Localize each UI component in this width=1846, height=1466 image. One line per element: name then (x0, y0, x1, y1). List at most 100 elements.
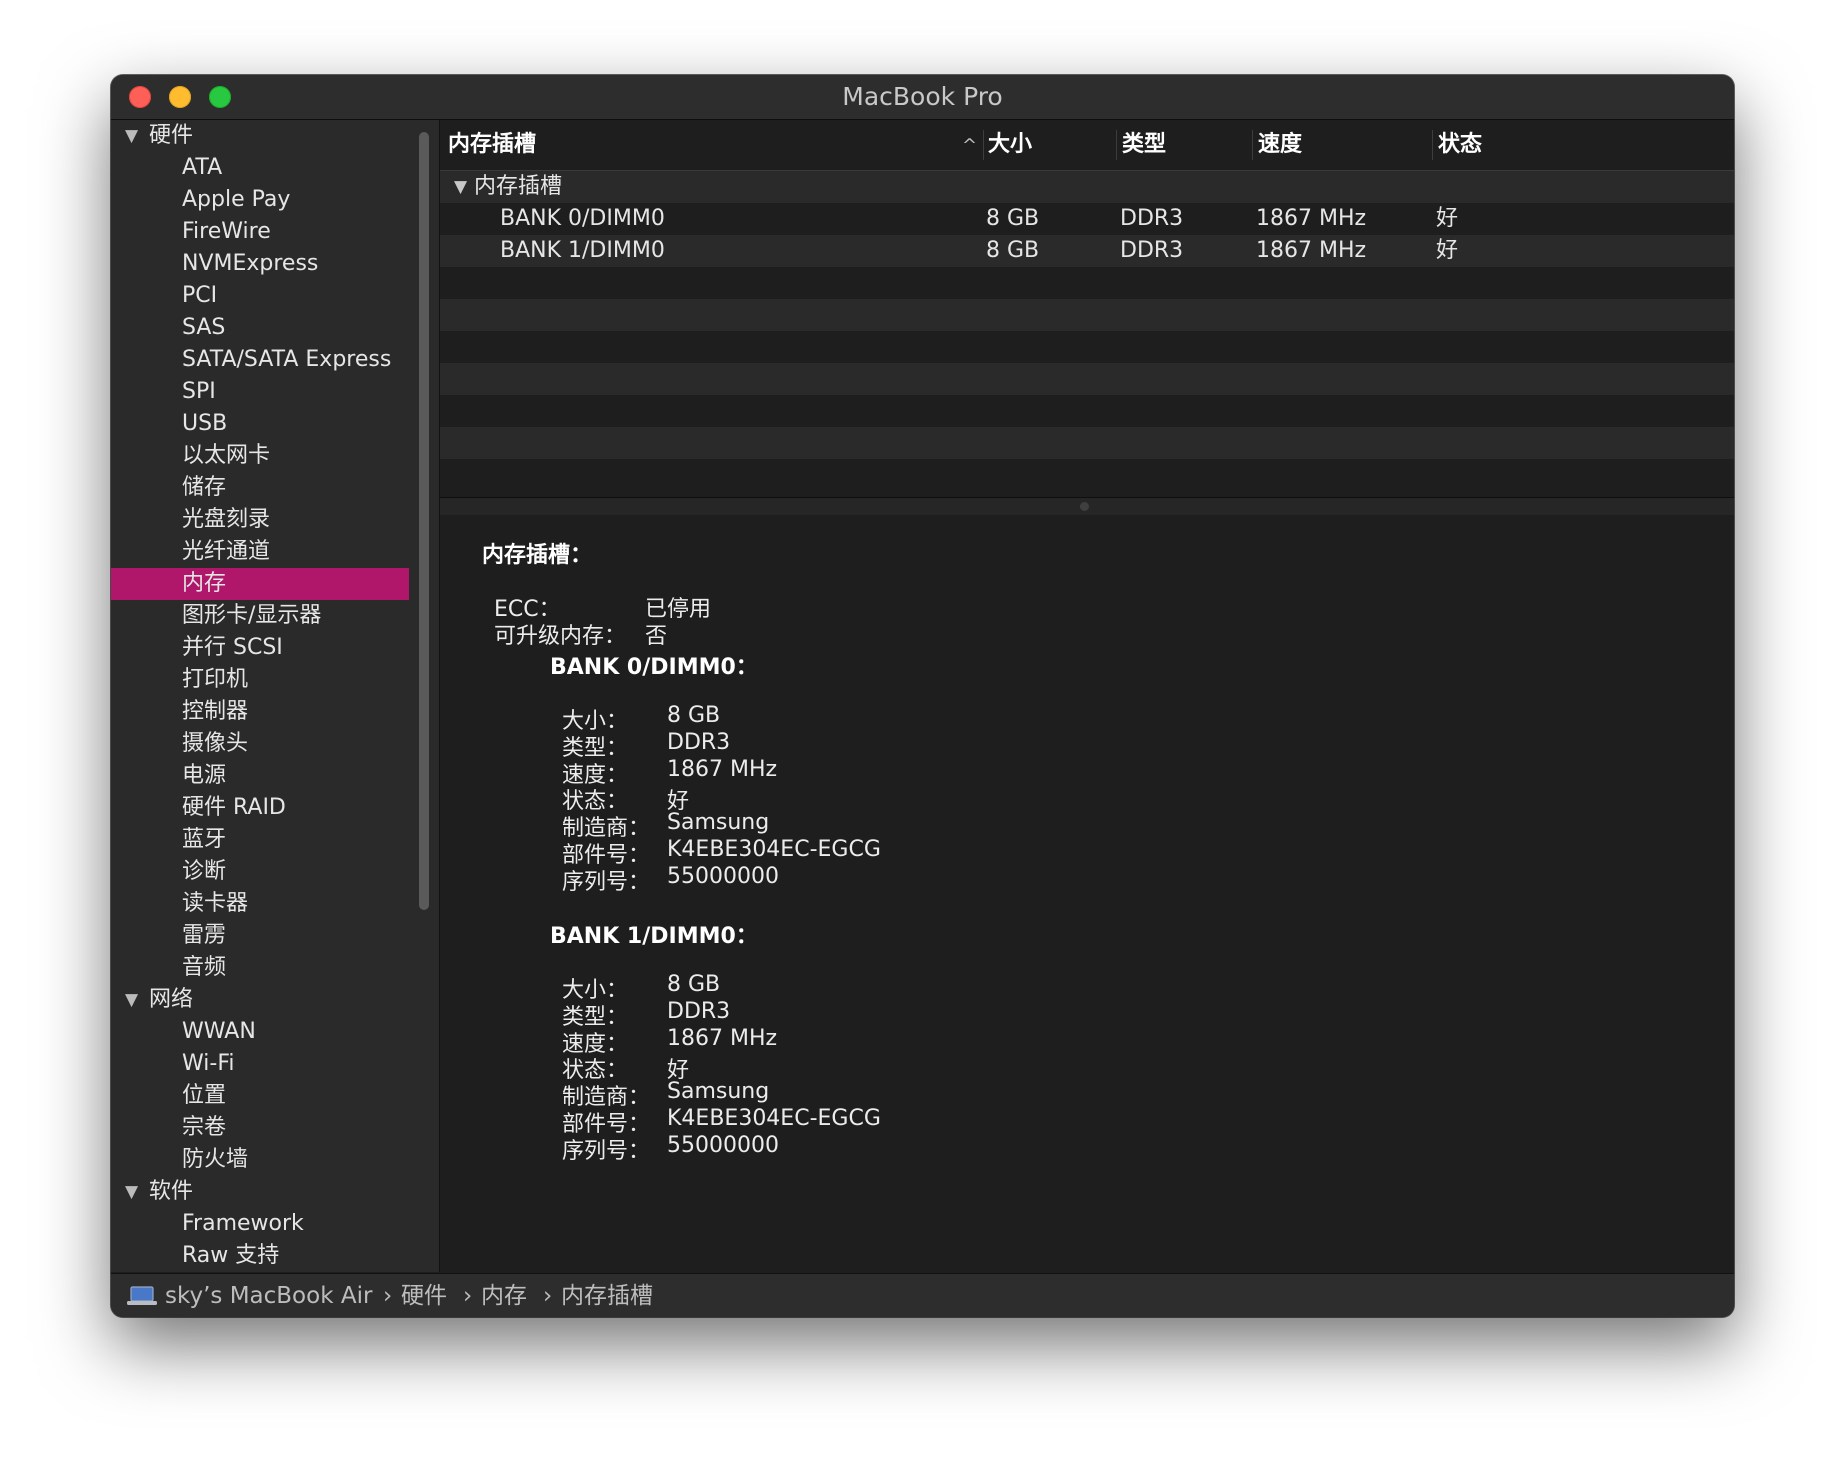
sidebar-item-selected[interactable]: 内存 (111, 568, 409, 600)
sidebar-item[interactable]: 控制器 (111, 696, 409, 728)
breadcrumb-memory-slots[interactable]: 内存插槽 (561, 1274, 653, 1317)
sidebar-item[interactable]: 打印机 (111, 664, 409, 696)
breadcrumb-computer[interactable]: sky’s MacBook Air (165, 1274, 372, 1317)
sidebar-item-label: PCI (182, 283, 218, 308)
sidebar-item-label: 雷雳 (182, 923, 227, 948)
column-header-speed[interactable]: 速度 (1258, 120, 1302, 170)
sidebar-item[interactable]: Framework (111, 1208, 409, 1240)
column-header-slot[interactable]: 内存插槽 (448, 120, 536, 170)
breadcrumb-hardware[interactable]: 硬件 (401, 1274, 447, 1317)
bank-field-value: 55000000 (667, 863, 779, 889)
sidebar-scroll-thumb[interactable] (419, 132, 429, 910)
sidebar-item-label: FireWire (182, 219, 271, 244)
bank-field-value: 8 GB (667, 972, 721, 997)
sidebar-item[interactable]: 电源 (111, 760, 409, 792)
column-header-status[interactable]: 状态 (1438, 120, 1482, 170)
pane-splitter[interactable] (440, 497, 1734, 516)
cell-size: 8 GB (986, 206, 1040, 231)
sidebar-item[interactable]: Wi-Fi (111, 1048, 409, 1080)
disclosure-triangle-icon[interactable]: ▼ (125, 1176, 138, 1208)
column-separator[interactable] (1432, 130, 1433, 160)
sort-ascending-icon[interactable]: ^ (962, 120, 977, 170)
sidebar-item[interactable]: 图形卡/显示器 (111, 600, 409, 632)
sidebar-item[interactable]: USB (111, 408, 409, 440)
cell-type: DDR3 (1120, 206, 1184, 231)
sidebar-item[interactable]: 光纤通道 (111, 536, 409, 568)
memory-table: 内存插槽 ^ 大小 类型 速度 状态 ▼ 内存插槽 BANK 0/DIMM0 8… (440, 120, 1734, 497)
empty-row (440, 363, 1734, 395)
sidebar-group[interactable]: ▼ 网络 (111, 984, 409, 1016)
breadcrumb-separator: › (543, 1283, 553, 1309)
sidebar-group[interactable]: ▼ 软件 (111, 1176, 409, 1208)
sidebar-item[interactable]: 以太网卡 (111, 440, 409, 472)
sidebar-group[interactable]: ▼ 硬件 (111, 120, 409, 152)
column-separator[interactable] (983, 130, 984, 160)
splitter-handle-icon[interactable] (1080, 502, 1089, 511)
sidebar-item[interactable]: 并行 SCSI (111, 632, 409, 664)
disclosure-triangle-icon[interactable]: ▼ (125, 120, 138, 152)
sidebar-item-label: 以太网卡 (182, 443, 271, 468)
sidebar-item[interactable]: 读卡器 (111, 888, 409, 920)
sidebar-item-label: ATA (182, 155, 223, 180)
sidebar-item[interactable]: FireWire (111, 216, 409, 248)
bank-field-value: 8 GB (667, 703, 721, 728)
sidebar-item[interactable]: WWAN (111, 1016, 409, 1048)
detail-value: 否 (645, 624, 668, 649)
sidebar-item[interactable]: SPI (111, 376, 409, 408)
sidebar-item[interactable]: 摄像头 (111, 728, 409, 760)
table-row[interactable]: BANK 0/DIMM0 8 GB DDR3 1867 MHz 好 (440, 203, 1734, 235)
breadcrumb-memory[interactable]: 内存 (481, 1274, 527, 1317)
disclosure-triangle-icon[interactable]: ▼ (125, 984, 138, 1016)
sidebar-item[interactable]: SAS (111, 312, 409, 344)
column-header-type[interactable]: 类型 (1122, 120, 1166, 170)
column-separator[interactable] (1116, 130, 1117, 160)
bank-field-value: K4EBE304EC-EGCG (667, 837, 881, 862)
sidebar-item[interactable]: SATA/SATA Express (111, 344, 409, 376)
breadcrumb-separator: › (463, 1283, 473, 1309)
sidebar-item-label: 防火墙 (182, 1147, 249, 1172)
empty-row (440, 267, 1734, 299)
sidebar-item-label: USB (182, 411, 228, 436)
bank-field-key: 序列号： (562, 1138, 651, 1164)
sidebar-scrollbar[interactable] (409, 120, 440, 1272)
bank-field-value: Samsung (667, 1079, 770, 1105)
empty-row (440, 427, 1734, 459)
sidebar-item[interactable]: 位置 (111, 1080, 409, 1112)
sidebar-item-label: 软件 (149, 1179, 194, 1204)
cell-speed: 1867 MHz (1256, 206, 1367, 231)
sidebar-item[interactable]: 储存 (111, 472, 409, 504)
sidebar-item-label: Apple Pay (182, 187, 291, 212)
sidebar-item[interactable]: ATA (111, 152, 409, 184)
sidebar-item-label: SATA/SATA Express (182, 347, 392, 372)
column-header-size[interactable]: 大小 (988, 120, 1032, 170)
table-row[interactable]: BANK 1/DIMM0 8 GB DDR3 1867 MHz 好 (440, 235, 1734, 267)
sidebar-item[interactable]: 诊断 (111, 856, 409, 888)
sidebar-item[interactable]: 雷雳 (111, 920, 409, 952)
bank-field-value: 1867 MHz (667, 756, 778, 782)
sidebar-item[interactable]: NVMExpress (111, 248, 409, 280)
sidebar-item-label: 诊断 (182, 859, 227, 884)
disclosure-triangle-icon[interactable]: ▼ (454, 171, 467, 203)
bank-field-value: 1867 MHz (667, 1025, 778, 1051)
sidebar-item-label: 储存 (182, 475, 227, 500)
empty-row (440, 395, 1734, 427)
sidebar-item[interactable]: Apple Pay (111, 184, 409, 216)
cell-slot: BANK 1/DIMM0 (500, 238, 665, 263)
sidebar-item[interactable]: 光盘刻录 (111, 504, 409, 536)
table-header: 内存插槽 ^ 大小 类型 速度 状态 (440, 120, 1734, 171)
sidebar-item[interactable]: 蓝牙 (111, 824, 409, 856)
sidebar-item[interactable]: 宗卷 (111, 1112, 409, 1144)
cell-type: DDR3 (1120, 238, 1184, 263)
sidebar-item-label: 音频 (182, 955, 227, 980)
table-group-row[interactable]: ▼ 内存插槽 (440, 171, 1734, 203)
column-separator[interactable] (1252, 130, 1253, 160)
sidebar-item[interactable]: 音频 (111, 952, 409, 984)
window-title: MacBook Pro (842, 82, 1003, 111)
sidebar-item-label: 光盘刻录 (182, 507, 271, 532)
detail-heading: 内存插槽： (482, 543, 593, 568)
sidebar-item[interactable]: Raw 支持 (111, 1240, 409, 1272)
sidebar-item[interactable]: 硬件 RAID (111, 792, 409, 824)
sidebar-item[interactable]: 防火墙 (111, 1144, 409, 1176)
sidebar-item[interactable]: PCI (111, 280, 409, 312)
sidebar-item-label: WWAN (182, 1019, 256, 1044)
